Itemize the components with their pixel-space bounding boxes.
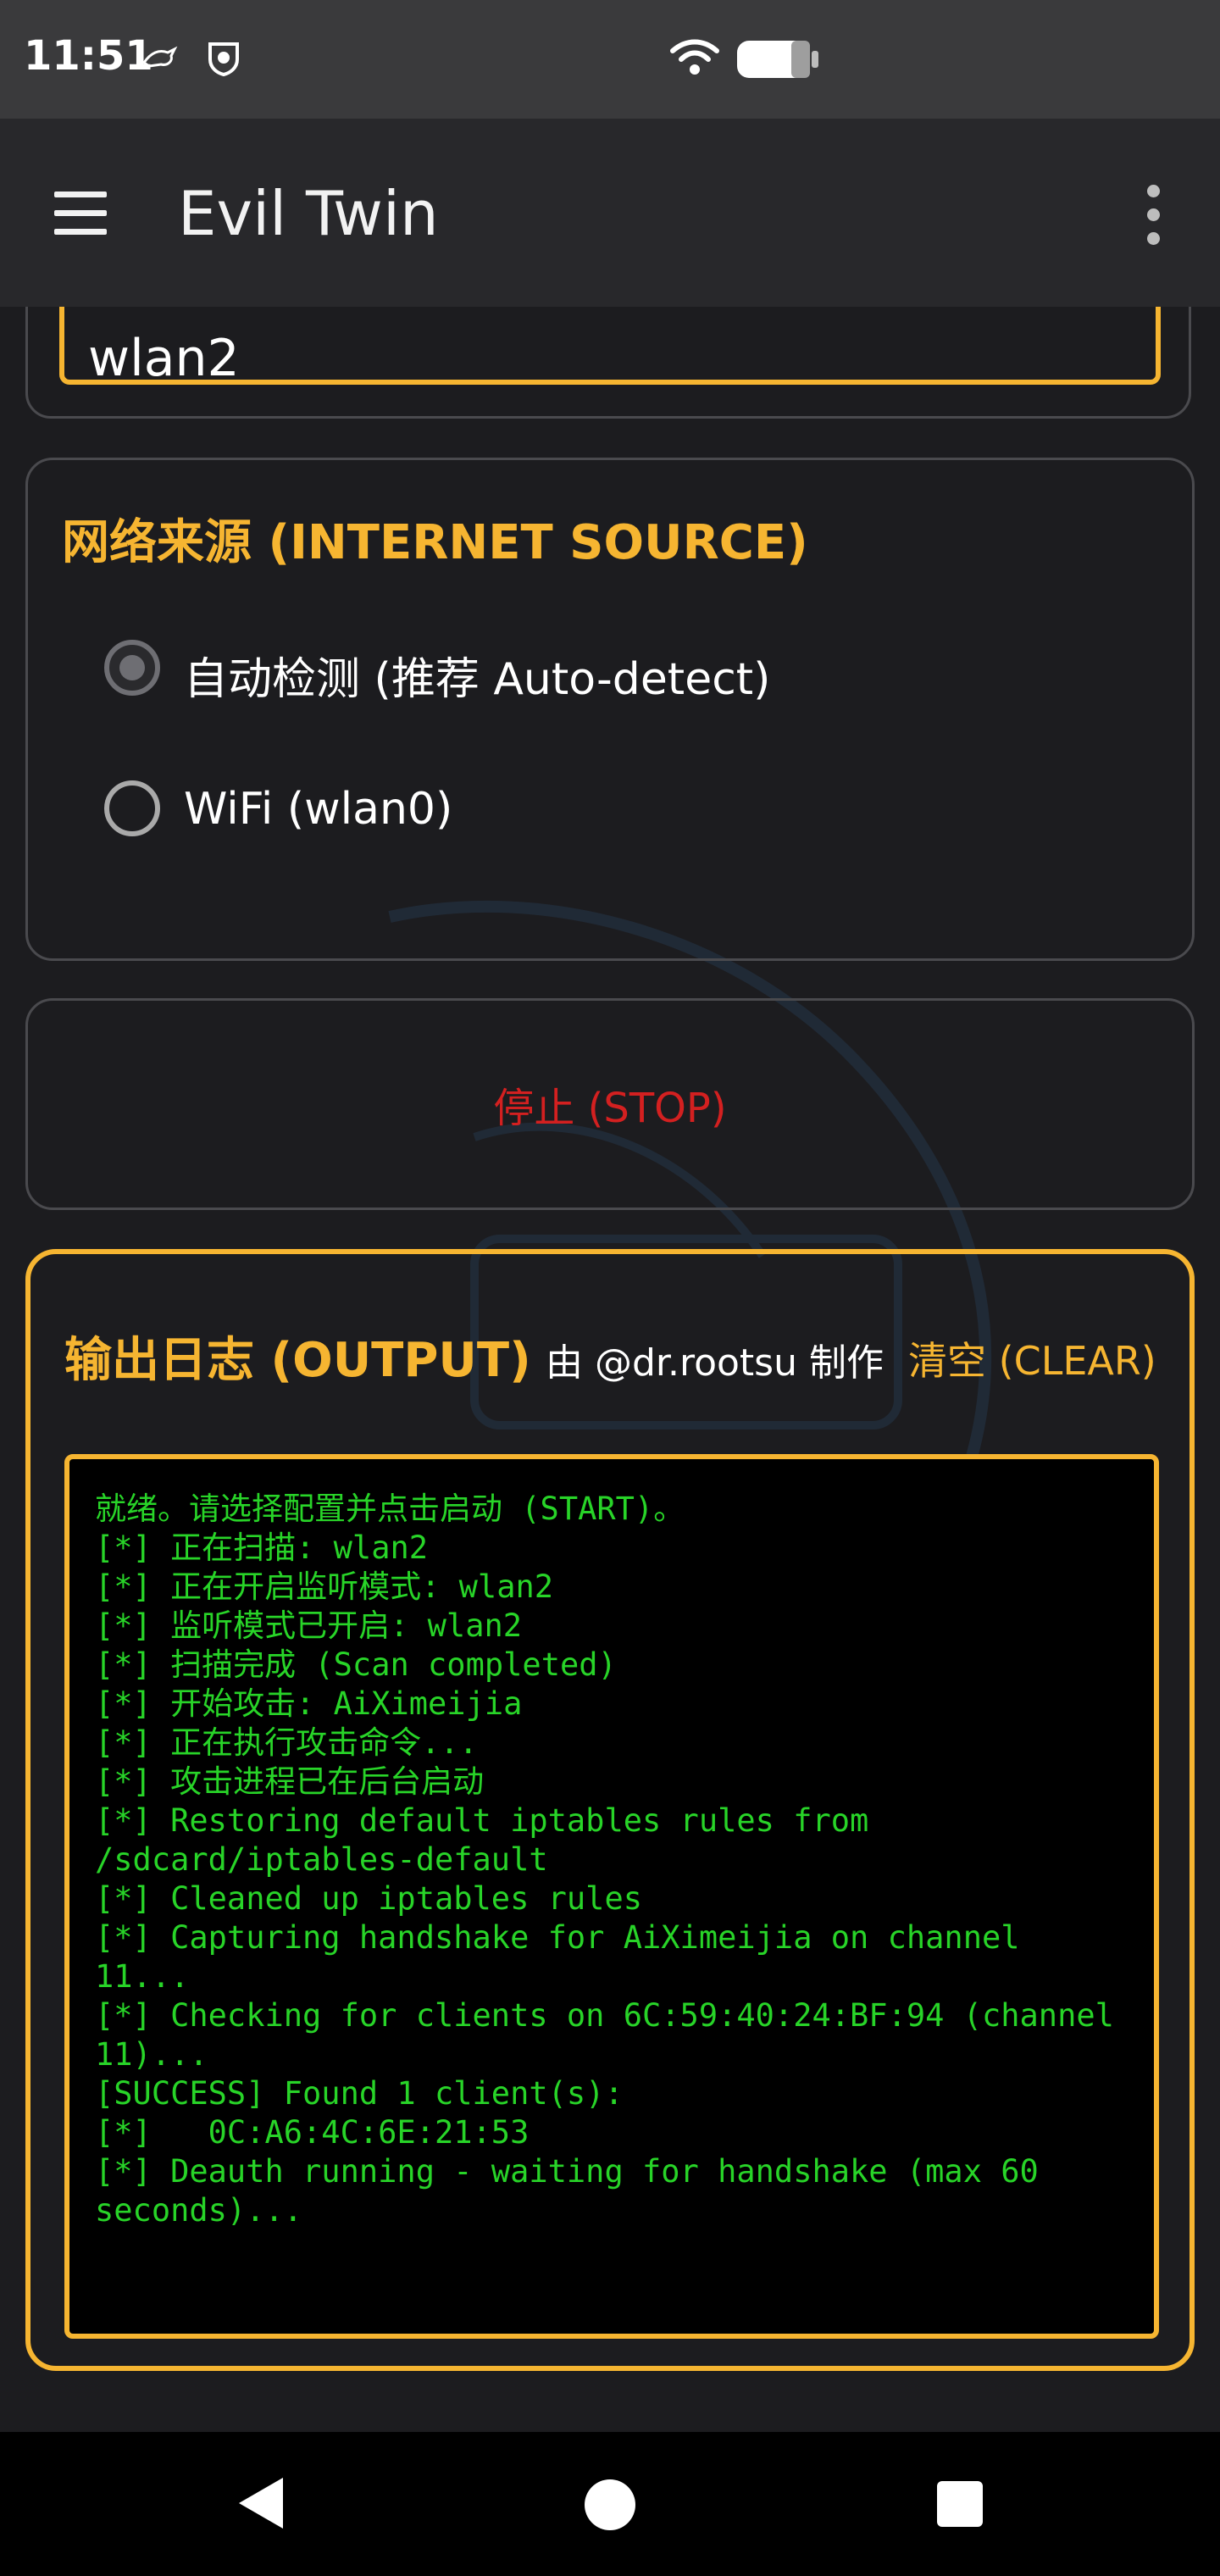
author-credit: 由 @dr.rootsu 制作 — [546, 1341, 884, 1385]
main-content[interactable]: wlan2 网络来源 (INTERNET SOURCE) 自动检测 (推荐 Au… — [0, 307, 1220, 2432]
interface-value: wlan2 — [88, 329, 240, 388]
log-line: [*] 0C:A6:4C:6E:21:53 — [95, 2114, 530, 2151]
app-title: Evil Twin — [178, 178, 439, 249]
clear-button[interactable]: 清空 (CLEAR) — [908, 1330, 1156, 1386]
log-line: [SUCCESS] Found 1 client(s): — [95, 2075, 624, 2112]
bird-notification-icon — [141, 46, 178, 68]
log-line: [*] Capturing handshake for AiXimeijia o… — [95, 1919, 1039, 1995]
home-icon[interactable] — [585, 2479, 635, 2530]
navigation-bar — [0, 2432, 1220, 2576]
internet-source-title: 网络来源 (INTERNET SOURCE) — [62, 515, 808, 570]
output-title: 输出日志 (OUTPUT) — [64, 1333, 531, 1388]
battery-icon — [737, 41, 818, 78]
log-line: 就绪。请选择配置并点击启动 (START)。 — [95, 1491, 685, 1527]
status-time: 11:51 — [24, 32, 153, 80]
app-bar: Evil Twin — [0, 119, 1220, 307]
radio-label-wifi: WiFi (wlan0) — [184, 784, 453, 835]
log-line: [*] Cleaned up iptables rules — [95, 1880, 643, 1917]
log-line: [*] 攻击进程已在后台启动 — [95, 1763, 485, 1800]
log-line: [*] 正在开启监听模式: wlan2 — [95, 1568, 554, 1605]
log-line: [*] 正在扫描: wlan2 — [95, 1530, 429, 1566]
log-line: [*] Checking for clients on 6C:59:40:24:… — [95, 1997, 1134, 2073]
log-line: [*] 正在执行攻击命令... — [95, 1724, 478, 1761]
output-card: 输出日志 (OUTPUT) 由 @dr.rootsu 制作 清空 (CLEAR)… — [25, 1249, 1195, 2371]
log-line: [*] 扫描完成 (Scan completed) — [95, 1646, 617, 1683]
log-line: [*] Deauth running - waiting for handsha… — [95, 2153, 1058, 2229]
radio-button[interactable] — [104, 780, 160, 836]
more-options-icon[interactable] — [1135, 183, 1173, 247]
output-log[interactable]: 就绪。请选择配置并点击启动 (START)。 [*] 正在扫描: wlan2 [*]… — [64, 1454, 1159, 2339]
radio-option-auto-detect[interactable]: 自动检测 (推荐 Auto-detect) — [79, 635, 926, 711]
shield-notification-icon — [208, 42, 239, 77]
stop-button[interactable]: 停止 (STOP) — [25, 998, 1195, 1210]
log-line: [*] 开始攻击: AiXimeijia — [95, 1685, 523, 1722]
interface-field[interactable]: wlan2 — [59, 307, 1161, 388]
log-line: [*] 监听模式已开启: wlan2 — [95, 1607, 523, 1644]
stop-button-label: 停止 (STOP) — [493, 1085, 727, 1132]
menu-icon[interactable] — [51, 186, 112, 239]
status-bar: 11:51 — [0, 0, 1220, 119]
radio-button-selected[interactable] — [104, 640, 160, 696]
radio-option-wifi[interactable]: WiFi (wlan0) — [79, 775, 926, 852]
wifi-icon — [670, 39, 719, 75]
internet-source-card: 网络来源 (INTERNET SOURCE) 自动检测 (推荐 Auto-det… — [25, 458, 1195, 961]
recent-apps-icon[interactable] — [937, 2481, 983, 2527]
back-icon[interactable] — [236, 2476, 286, 2530]
log-line: [*] Restoring default iptables rules fro… — [95, 1802, 888, 1878]
radio-label-auto-detect: 自动检测 (推荐 Auto-detect) — [184, 654, 771, 705]
